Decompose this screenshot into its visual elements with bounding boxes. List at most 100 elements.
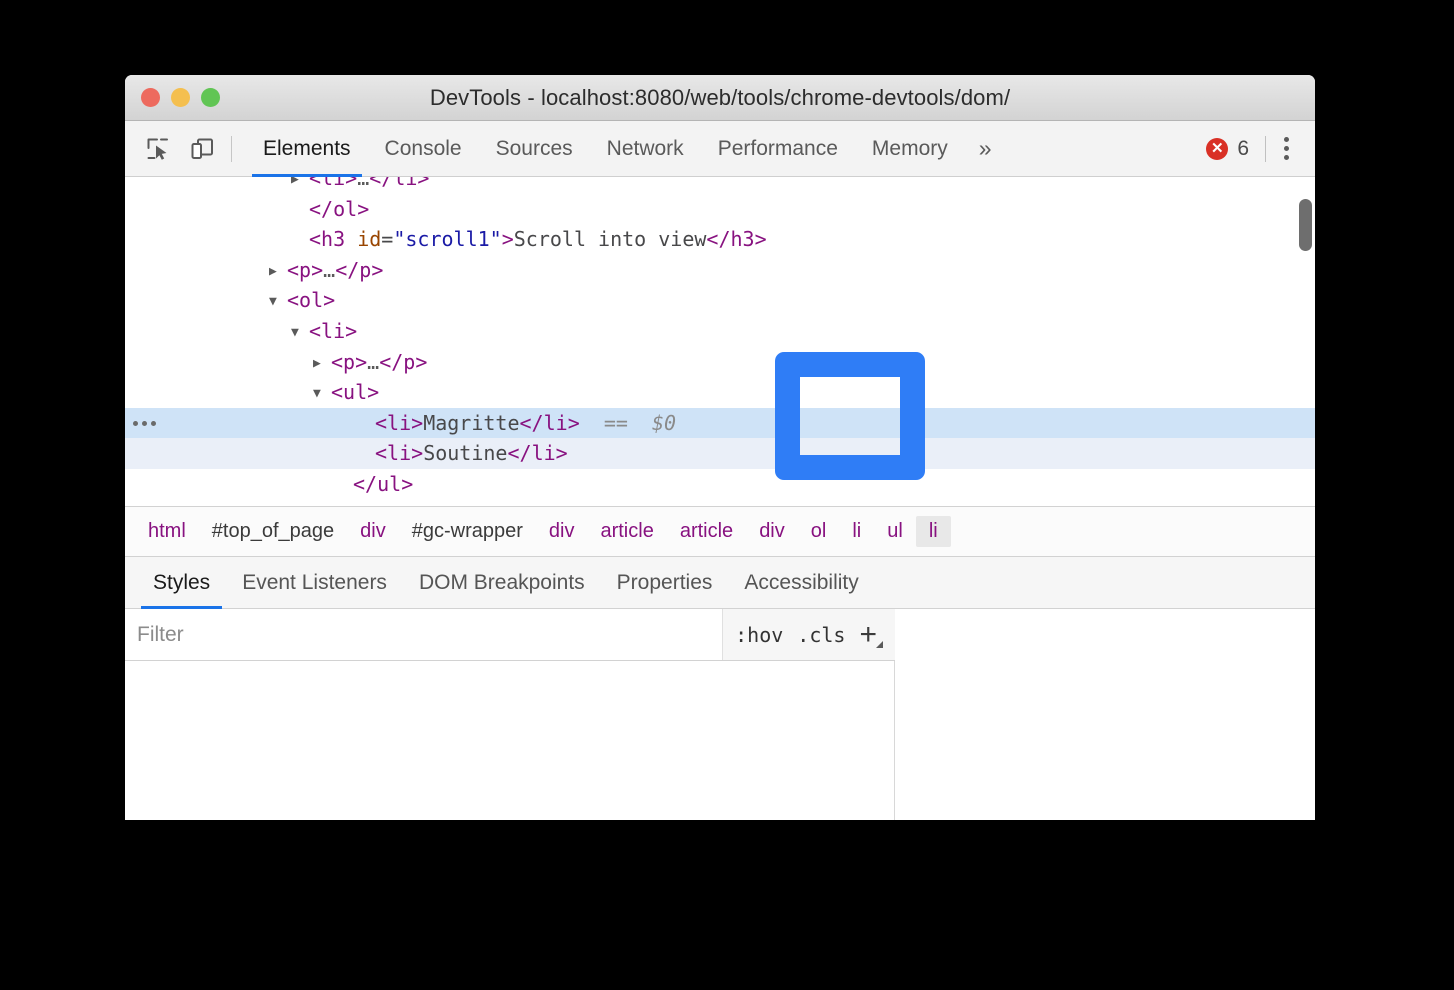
tab-memory[interactable]: Memory — [855, 121, 965, 176]
tab-label: Console — [385, 137, 462, 161]
dom-tree-row[interactable]: <li>Soutine</li> — [125, 438, 1315, 469]
dom-tree-row[interactable]: <li>Magritte</li> == $0 — [125, 408, 1315, 439]
breadcrumb-item-ol[interactable]: ol — [798, 516, 840, 547]
tab-dom-breakpoints[interactable]: DOM Breakpoints — [403, 557, 601, 608]
new-style-rule-button[interactable]: + — [859, 620, 883, 650]
breadcrumb-item-article[interactable]: article — [587, 516, 666, 547]
dom-tree-row[interactable]: </li> — [125, 500, 1315, 507]
dom-token-punct: > — [502, 227, 514, 251]
tab-label: Performance — [718, 137, 838, 161]
sidebar-tab-label: Accessibility — [744, 571, 858, 595]
dom-token-punct: > — [417, 177, 429, 190]
cls-button[interactable]: .cls — [797, 623, 845, 647]
dom-tree-row[interactable]: </ul> — [125, 469, 1315, 500]
dom-token-txt: = — [381, 227, 393, 251]
window-controls — [125, 88, 220, 107]
tab-network[interactable]: Network — [590, 121, 701, 176]
filter-actions: :hov .cls + — [722, 609, 895, 660]
chevron-down-icon[interactable]: ▼ — [291, 318, 309, 349]
tab-console[interactable]: Console — [368, 121, 479, 176]
chevron-right-icon[interactable]: ▶ — [313, 349, 331, 380]
sidebar-tab-label: Properties — [617, 571, 713, 595]
breadcrumb-item-div[interactable]: div — [746, 516, 798, 547]
dom-token-tag: li — [544, 411, 568, 435]
dom-token-punct: > — [345, 319, 357, 343]
node-badge-icon[interactable] — [133, 408, 156, 439]
sidebar-tab-label: DOM Breakpoints — [419, 571, 585, 595]
toolbar-divider — [231, 136, 232, 162]
chevron-down-icon — [876, 641, 883, 648]
dom-token-txt — [345, 227, 357, 251]
dom-token-punct: </ — [331, 503, 355, 507]
dom-token-punct: </ — [309, 197, 333, 221]
dom-tree-row[interactable]: ▶<li>…</li> — [125, 177, 1315, 194]
sidebar-tab-label: Styles — [153, 571, 210, 595]
dom-token-punct: > — [415, 350, 427, 374]
more-tabs-chevron-icon[interactable]: » — [965, 121, 1006, 176]
breadcrumb-item-li[interactable]: li — [916, 516, 951, 547]
minimize-button[interactable] — [171, 88, 190, 107]
sidebar-tab-label: Event Listeners — [242, 571, 387, 595]
tab-sources[interactable]: Sources — [479, 121, 590, 176]
tab-elements[interactable]: Elements — [246, 121, 368, 176]
dom-tree-rows: ▶<li>…</li></ol><h3 id="scroll1">Scroll … — [125, 177, 1315, 506]
dom-token-punct: </ — [379, 350, 403, 374]
dom-token-tag: ul — [343, 380, 367, 404]
zoom-button[interactable] — [201, 88, 220, 107]
window-title: DevTools - localhost:8080/web/tools/chro… — [125, 85, 1315, 111]
search-input[interactable] — [125, 609, 722, 660]
tab-label: Memory — [872, 137, 948, 161]
dom-tree-row[interactable]: ▼<ol> — [125, 285, 1315, 316]
dom-token-punct: </ — [353, 472, 377, 496]
dom-tree-row[interactable]: </ol> — [125, 194, 1315, 225]
dom-token-tag: p — [359, 258, 371, 282]
dom-token-attr: id — [357, 227, 381, 251]
inspect-element-icon[interactable] — [139, 130, 177, 168]
dom-token-punct: > — [568, 411, 580, 435]
tab-properties[interactable]: Properties — [601, 557, 729, 608]
breadcrumb-item-html[interactable]: html — [135, 516, 199, 547]
dom-token-punct: > — [357, 197, 369, 221]
device-toolbar-icon[interactable] — [183, 130, 221, 168]
dom-token-txt: Scroll into view — [514, 227, 707, 251]
chevron-down-icon[interactable]: ▼ — [313, 379, 331, 410]
dom-token-punct: </ — [335, 258, 359, 282]
chevron-right-icon[interactable]: ▶ — [269, 257, 287, 288]
dom-token-punct: < — [287, 258, 299, 282]
dom-tree-row[interactable]: ▶<p>…</p> — [125, 255, 1315, 286]
dom-tree-row[interactable]: ▶<p>…</p> — [125, 347, 1315, 378]
breadcrumb-item-topofpage[interactable]: #top_of_page — [199, 516, 347, 547]
close-button[interactable] — [141, 88, 160, 107]
breadcrumb-item-div[interactable]: div — [536, 516, 588, 547]
dom-token-punct: < — [375, 411, 387, 435]
dom-tree-row[interactable]: ▼<li> — [125, 316, 1315, 347]
breadcrumb-item-gcwrapper[interactable]: #gc-wrapper — [399, 516, 536, 547]
error-badge[interactable]: ✕ 6 — [1206, 137, 1261, 161]
dom-token-tag: li — [321, 177, 345, 190]
dom-token-punct: < — [331, 380, 343, 404]
hov-button[interactable]: :hov — [735, 623, 783, 647]
styles-right-column — [895, 609, 1315, 820]
kebab-menu-icon[interactable] — [1270, 137, 1303, 160]
tab-styles[interactable]: Styles — [137, 557, 226, 608]
tab-event-listeners[interactable]: Event Listeners — [226, 557, 403, 608]
breadcrumb-item-article[interactable]: article — [667, 516, 746, 547]
breadcrumb-item-li[interactable]: li — [839, 516, 874, 547]
dom-token-punct: < — [309, 319, 321, 343]
vertical-scrollbar[interactable] — [1299, 199, 1312, 251]
chevron-down-icon[interactable]: ▼ — [269, 287, 287, 318]
breadcrumb-item-div[interactable]: div — [347, 516, 399, 547]
breadcrumb-item-ul[interactable]: ul — [874, 516, 916, 547]
dom-token-punct: > — [367, 380, 379, 404]
error-count: 6 — [1237, 137, 1249, 161]
dom-token-punct: > — [379, 503, 391, 507]
dom-tree-row[interactable]: ▼<ul> — [125, 377, 1315, 408]
tab-accessibility[interactable]: Accessibility — [728, 557, 874, 608]
tab-performance[interactable]: Performance — [701, 121, 855, 176]
dom-token-ellip: … — [323, 258, 335, 282]
dom-token-punct: </ — [706, 227, 730, 251]
toolbar-icon-group — [125, 121, 246, 176]
dom-tree-panel[interactable]: ▶<li>…</li></ol><h3 id="scroll1">Scroll … — [125, 177, 1315, 507]
dom-tree-row[interactable]: <h3 id="scroll1">Scroll into view</h3> — [125, 224, 1315, 255]
dom-token-punct: > — [401, 472, 413, 496]
